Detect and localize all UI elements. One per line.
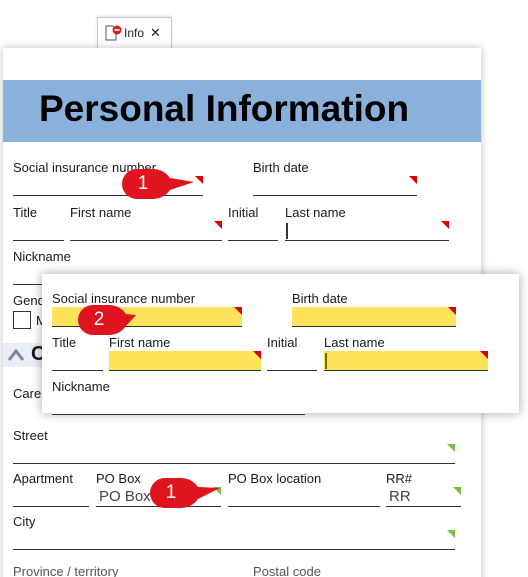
tab-label: Info (124, 26, 145, 40)
panel-title-label: Title (52, 335, 77, 350)
care-of-label: Care (13, 386, 42, 401)
callout-2-highlighted-fields: 2 (78, 305, 168, 335)
po-box-location-label: PO Box location (228, 471, 322, 486)
initial-label: Initial (228, 205, 259, 220)
callout-1-required-fields: 1 (122, 169, 212, 199)
first-name-field[interactable] (70, 221, 222, 241)
document-restricted-icon (104, 24, 122, 42)
rr-field[interactable]: RR (386, 487, 461, 507)
callout-1-optional-field: 1 (150, 478, 240, 508)
panel-initial-label: Initial (267, 335, 298, 350)
street-field[interactable] (13, 444, 455, 464)
panel-birth-date-field[interactable] (292, 307, 456, 327)
panel-last-name-label: Last name (324, 335, 385, 350)
city-field[interactable] (13, 530, 455, 550)
apartment-label: Apartment (13, 471, 73, 486)
callout-number: 1 (165, 482, 177, 503)
panel-first-name-label: First name (109, 335, 171, 350)
nickname-label: Nickname (13, 249, 71, 264)
po-box-label: PO Box (96, 471, 141, 486)
gender-label: Gend (13, 293, 45, 308)
text-caret (286, 223, 288, 239)
panel-nickname-field[interactable] (52, 395, 305, 415)
postal-code-label: Postal code (253, 564, 321, 577)
street-label: Street (13, 428, 48, 443)
callout-number: 1 (137, 173, 149, 194)
apartment-field[interactable] (13, 487, 89, 507)
po-box-location-field[interactable] (228, 487, 380, 507)
panel-last-name-field[interactable] (324, 351, 488, 371)
text-caret (325, 353, 327, 369)
panel-nickname-label: Nickname (52, 379, 110, 394)
title-field[interactable] (13, 221, 64, 241)
highlighted-fields-panel: Social insurance number Birth date Title… (42, 274, 519, 415)
panel-first-name-field[interactable] (109, 351, 261, 371)
last-name-label: Last name (285, 205, 346, 220)
form-header: Personal Information (3, 80, 481, 142)
initial-field[interactable] (228, 221, 278, 241)
gender-checkbox[interactable] (13, 311, 31, 329)
panel-initial-field[interactable] (267, 351, 317, 371)
first-name-label: First name (70, 205, 132, 220)
close-icon[interactable]: ✕ (150, 25, 161, 41)
city-label: City (13, 514, 36, 529)
title-label: Title (13, 205, 38, 220)
birth-date-label: Birth date (253, 160, 309, 175)
chevron-up-icon (7, 348, 25, 361)
panel-social-insurance-label: Social insurance number (52, 291, 196, 306)
rr-label: RR# (386, 471, 413, 486)
birth-date-field[interactable] (253, 176, 417, 196)
last-name-field[interactable] (285, 221, 449, 241)
province-label: Province / territory (13, 564, 119, 577)
tab-info[interactable]: Info ✕ (97, 17, 172, 48)
panel-birth-date-label: Birth date (292, 291, 348, 306)
panel-title-field[interactable] (52, 351, 103, 371)
callout-number: 2 (93, 309, 105, 330)
page-title: Personal Information (39, 88, 410, 129)
